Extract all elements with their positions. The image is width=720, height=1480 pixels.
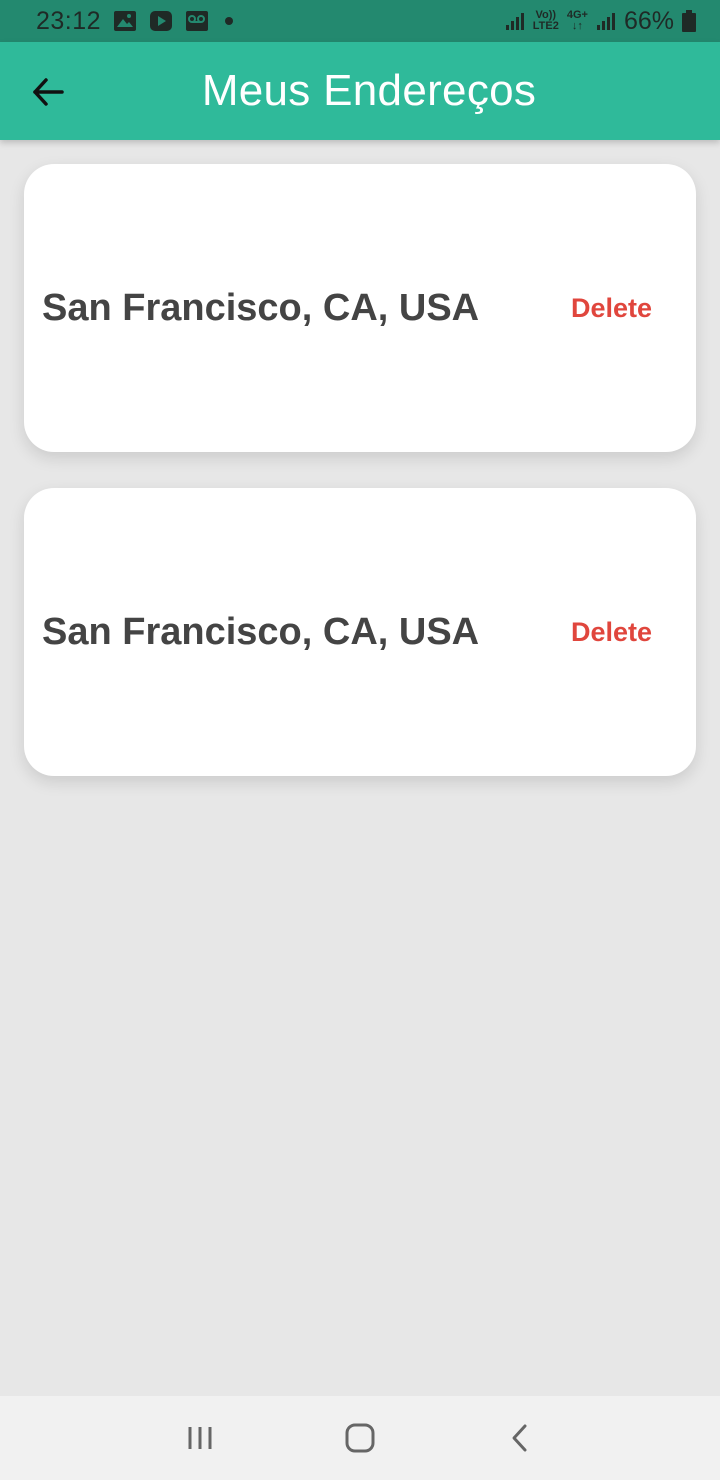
status-left: 23:12 [36,6,234,36]
address-text: San Francisco, CA, USA [42,286,480,329]
signal-icon-2 [596,13,615,30]
app-bar: Meus Endereços [0,42,720,140]
address-card[interactable]: San Francisco, CA, USA Delete [24,488,696,776]
address-card[interactable]: San Francisco, CA, USA Delete [24,164,696,452]
arrow-left-icon [33,78,64,106]
network-bottom-label: LTE2 [532,20,559,32]
screen: 23:12 Vo)) LTE2 4G+ ↓↑ 66% Meus Endereço… [0,0,720,1480]
back-icon [512,1424,527,1452]
data-arrows-icon: ↓↑ [571,20,583,32]
recent-apps-icon [188,1427,212,1449]
video-app-icon [150,11,173,31]
delete-button[interactable]: Delete [571,617,652,648]
status-bar: 23:12 Vo)) LTE2 4G+ ↓↑ 66% [0,0,720,42]
notification-dot [225,17,234,25]
delete-button[interactable]: Delete [571,293,652,324]
image-icon [114,11,137,31]
address-list: San Francisco, CA, USA Delete San Franci… [24,164,696,812]
back-button[interactable] [22,66,74,118]
status-right: Vo)) LTE2 4G+ ↓↑ 66% [505,7,696,36]
page-title: Meus Endereços [201,66,537,115]
system-nav-bar [0,1396,720,1480]
network-label: Vo)) LTE2 [533,10,559,32]
home-button[interactable] [330,1408,390,1468]
status-time: 23:12 [36,6,102,35]
home-icon [345,1423,375,1453]
recent-apps-button[interactable] [170,1408,230,1468]
battery-icon [682,10,696,32]
nav-back-button[interactable] [490,1408,550,1468]
signal-icon [505,13,524,30]
voicemail-icon [186,11,209,31]
battery-percent: 66% [623,6,674,35]
network-type-label: 4G+ ↓↑ [567,10,588,32]
address-text: San Francisco, CA, USA [42,610,480,653]
